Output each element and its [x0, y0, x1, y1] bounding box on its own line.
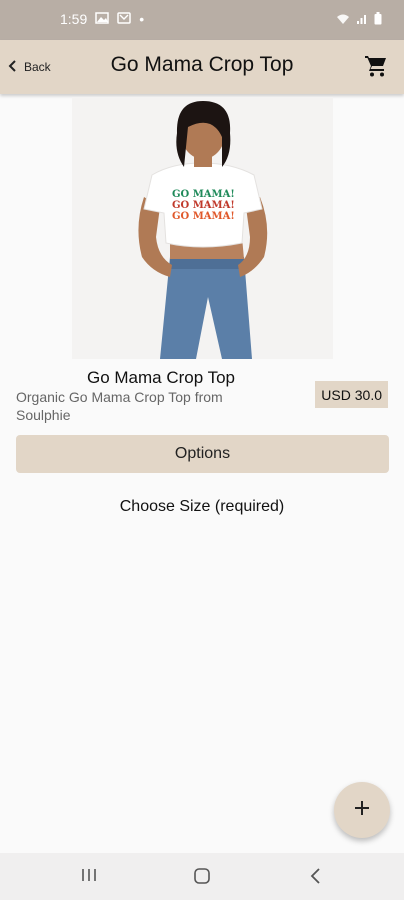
product-image: GO MAMA! GO MAMA! GO MAMA!	[72, 97, 333, 359]
choose-size-label: Choose Size (required)	[119, 498, 285, 515]
system-nav-bar	[0, 853, 404, 900]
shirt-print-line-2: GO MAMA!	[172, 200, 235, 211]
message-icon	[117, 11, 131, 27]
home-button[interactable]	[192, 867, 216, 887]
shirt-print-line-1: GO MAMA!	[172, 189, 235, 200]
wifi-icon	[336, 12, 350, 28]
shopping-cart-icon	[364, 56, 388, 82]
battery-icon	[374, 12, 382, 28]
product-description: Organic Go Mama Crop Top from Soulphie	[16, 389, 223, 423]
back-nav-button[interactable]	[308, 867, 332, 887]
app-bar: Back Go Mama Crop Top	[0, 40, 404, 94]
shirt-print-line-3: GO MAMA!	[172, 211, 235, 222]
product-photo: GO MAMA! GO MAMA! GO MAMA!	[72, 97, 333, 359]
status-bar: 1:59 •	[0, 0, 404, 40]
recent-apps-icon	[80, 869, 98, 887]
home-icon	[192, 868, 212, 889]
back-nav-icon	[308, 868, 324, 889]
status-right	[336, 12, 382, 28]
add-button[interactable]	[334, 782, 390, 838]
options-button[interactable]: Options	[16, 435, 389, 473]
price-badge: USD 30.0	[315, 381, 388, 408]
plus-icon	[354, 800, 370, 821]
page-title: Go Mama Crop Top	[110, 53, 294, 76]
recent-apps-button[interactable]	[80, 867, 104, 887]
cart-button[interactable]	[364, 54, 390, 80]
status-dot: •	[139, 11, 145, 27]
status-time: 1:59	[60, 11, 88, 27]
status-left: 1:59 •	[60, 11, 144, 27]
gallery-icon	[95, 11, 109, 27]
signal-icon	[356, 12, 368, 28]
product-name: Go Mama Crop Top	[86, 368, 236, 387]
